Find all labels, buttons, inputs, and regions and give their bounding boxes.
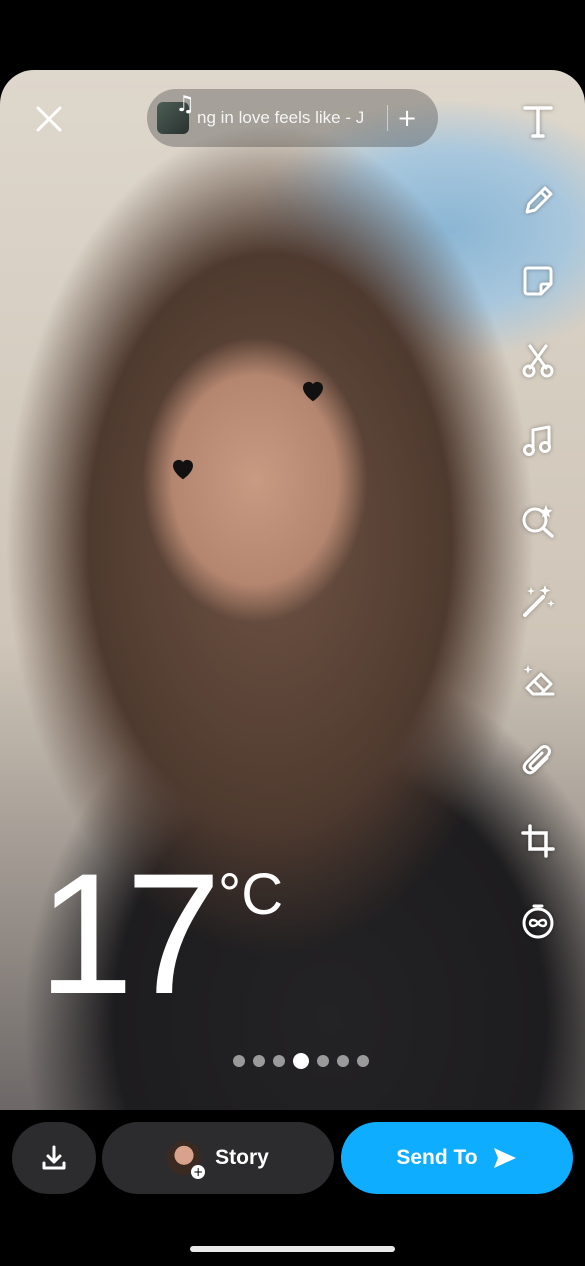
text-icon [523, 106, 553, 138]
pager-dot [273, 1055, 285, 1067]
heart-sticker-icon [173, 459, 193, 480]
send-arrow-icon [493, 1148, 516, 1168]
send-to-label: Send To [396, 1146, 478, 1169]
lens-tool-button[interactable] [512, 495, 564, 547]
scissors-icon [522, 344, 554, 378]
send-to-button[interactable]: Send To [341, 1122, 573, 1194]
music-track-title: ng in love feels like - J [197, 108, 365, 127]
album-art: ♫ [157, 92, 195, 134]
pager-dot [253, 1055, 265, 1067]
story-button[interactable]: + Story [102, 1122, 334, 1194]
draw-tool-button[interactable] [512, 175, 564, 227]
sticker-tool-button[interactable] [512, 255, 564, 307]
close-icon[interactable] [30, 100, 68, 138]
pager-dot-active [293, 1053, 309, 1069]
add-music-button[interactable]: + [397, 104, 417, 132]
avatar: + [167, 1141, 206, 1179]
pager-dot [357, 1055, 369, 1067]
lens-icon [522, 505, 554, 538]
save-button[interactable] [12, 1122, 96, 1194]
text-tool-button[interactable] [512, 95, 564, 147]
edit-toolbar [512, 95, 564, 975]
attachment-tool-button[interactable] [512, 735, 564, 787]
music-note-icon: ♫ [175, 92, 195, 117]
music-icon [523, 425, 551, 456]
crop-icon [521, 824, 555, 858]
story-label: Story [215, 1146, 269, 1169]
eraser-icon [523, 665, 555, 696]
music-tool-button[interactable] [512, 415, 564, 467]
pager-dot [317, 1055, 329, 1067]
download-icon [42, 1145, 66, 1170]
scissors-tool-button[interactable] [512, 335, 564, 387]
divider [387, 105, 388, 131]
filter-pager[interactable] [233, 1053, 377, 1069]
pager-dot [233, 1055, 245, 1067]
timer-icon [522, 904, 554, 939]
timer-tool-button[interactable] [512, 895, 564, 947]
magic-wand-icon [523, 585, 555, 617]
magic-tool-button[interactable] [512, 575, 564, 627]
temperature-unit: °C [218, 862, 284, 927]
bottom-action-bar: + Story Send To [0, 1110, 585, 1266]
add-icon: + [191, 1165, 206, 1179]
temperature-value[interactable]: 17 [38, 848, 221, 1020]
music-track-pill[interactable]: ♫ ng in love feels like - J + [147, 89, 438, 147]
crop-tool-button[interactable] [512, 815, 564, 867]
eraser-tool-button[interactable] [512, 655, 564, 707]
pager-dot [337, 1055, 349, 1067]
sticker-icon [523, 266, 553, 296]
heart-sticker-icon [303, 381, 323, 402]
pencil-icon [525, 186, 553, 214]
paperclip-icon [522, 745, 551, 775]
home-indicator[interactable] [190, 1246, 395, 1252]
